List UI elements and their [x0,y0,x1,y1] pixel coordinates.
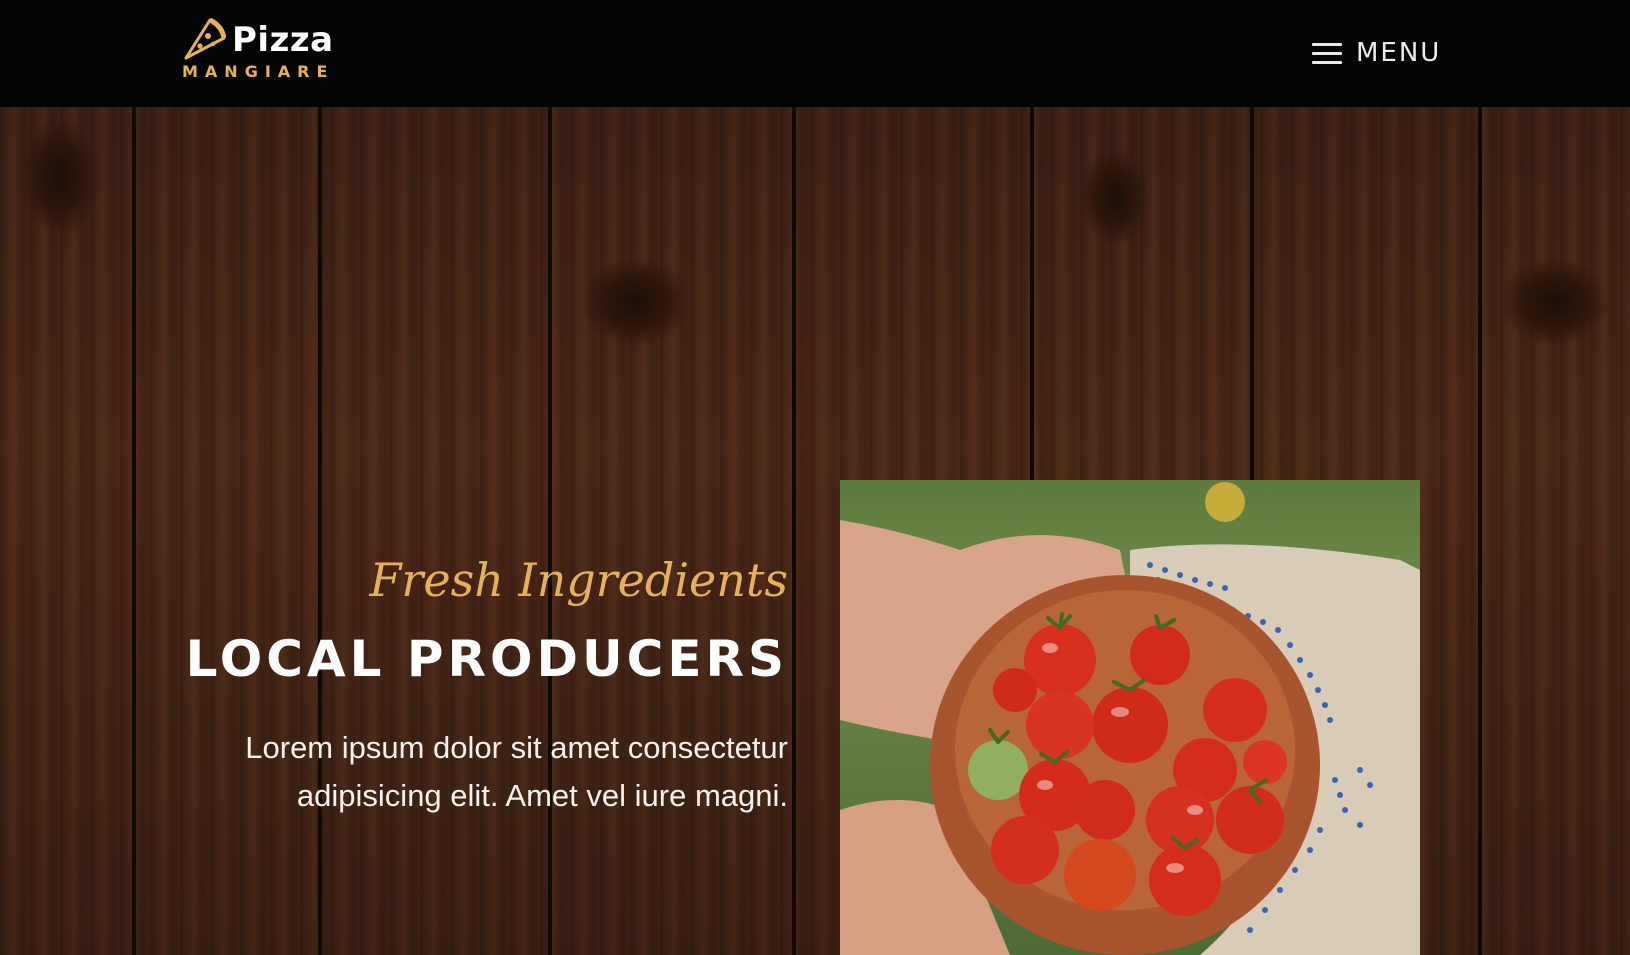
logo-subtitle: MANGIARE [182,62,335,81]
logo-title: Pizza [232,20,334,60]
hero-kicker: Fresh Ingredients [369,553,788,607]
hero-body: Lorem ipsum dolor sit amet consectetur a… [245,730,788,813]
menu-label: MENU [1356,38,1442,68]
logo[interactable]: Pizza MANGIARE [180,16,340,86]
site-header: Pizza MANGIARE MENU [0,0,1630,107]
hamburger-icon [1312,41,1342,65]
pizza-slice-icon [184,17,226,60]
hero-text: Fresh Ingredients LOCAL PRODUCERS Lorem … [150,550,788,820]
tomato-bowl-photo [840,480,1420,955]
menu-button[interactable]: MENU [1312,32,1448,74]
hero-heading: LOCAL PRODUCERS [185,630,788,688]
